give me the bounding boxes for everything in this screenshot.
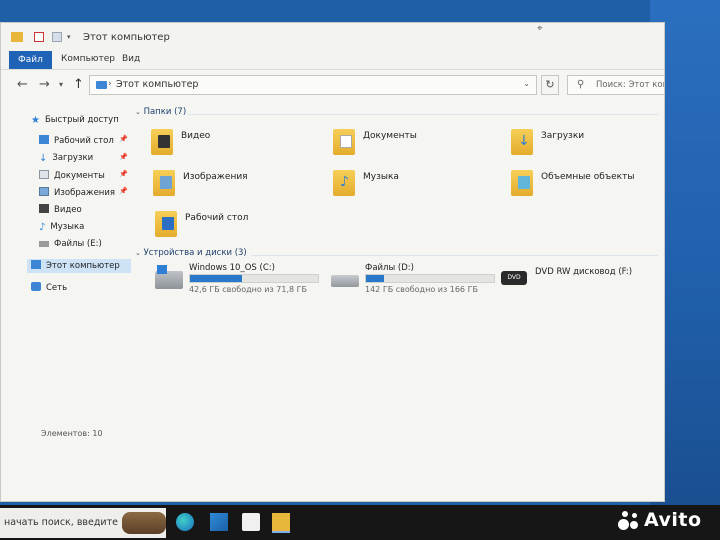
refresh-button[interactable]: ↻ bbox=[541, 75, 559, 95]
computer-icon bbox=[31, 260, 41, 269]
chevron-down-icon[interactable]: ▾ bbox=[67, 33, 73, 43]
search-highlight-icon bbox=[122, 512, 166, 534]
documents-icon bbox=[39, 170, 49, 179]
downloads-folder-icon: ↓ bbox=[511, 129, 533, 155]
pin-icon[interactable]: 📌 bbox=[119, 170, 128, 178]
recent-chevron-icon[interactable]: ▾ bbox=[59, 80, 63, 89]
folder-video[interactable]: Видео bbox=[151, 125, 311, 159]
star-icon: ★ bbox=[31, 115, 40, 126]
documents-folder-icon bbox=[333, 129, 355, 155]
search-placeholder: Поиск: Этот компьютер bbox=[596, 80, 664, 90]
sidebar-item-quick-access[interactable]: ★ Быстрый доступ bbox=[31, 115, 119, 126]
back-arrow-icon[interactable]: ← bbox=[17, 77, 28, 92]
group-header-folders[interactable]: ⌄ Папки (7) bbox=[135, 107, 186, 117]
tab-view[interactable]: Вид bbox=[122, 54, 140, 64]
up-arrow-icon[interactable]: ↑ bbox=[73, 77, 84, 92]
address-bar[interactable]: › Этот компьютер ⌄ bbox=[89, 75, 537, 95]
drive-usage-bar bbox=[365, 274, 495, 283]
dvd-drive-icon: DVD bbox=[501, 271, 527, 285]
file-explorer-icon[interactable] bbox=[272, 513, 290, 533]
window-title: Этот компьютер bbox=[83, 32, 170, 43]
folder-documents[interactable]: Документы bbox=[333, 125, 493, 159]
3d-objects-folder-icon bbox=[511, 170, 533, 196]
desktop-folder-icon bbox=[155, 211, 177, 237]
avito-watermark-text: Avito bbox=[644, 509, 702, 531]
taskbar-search-input[interactable]: начать поиск, введите bbox=[0, 508, 166, 538]
video-folder-icon bbox=[151, 129, 173, 155]
address-dropdown-icon[interactable]: ⌄ bbox=[523, 79, 530, 88]
breadcrumb[interactable]: Этот компьютер bbox=[116, 79, 198, 90]
sidebar-item-documents[interactable]: Документы bbox=[39, 170, 105, 181]
download-icon: ↓ bbox=[39, 153, 48, 164]
tab-computer[interactable]: Компьютер bbox=[61, 54, 115, 64]
collapse-chevron-icon[interactable]: ⌄ bbox=[135, 249, 141, 257]
address-row: ← → ▾ ↑ › Этот компьютер ⌄ ↻ ⚲ Поиск: Эт… bbox=[1, 71, 664, 99]
edge-icon[interactable] bbox=[176, 513, 194, 531]
search-input[interactable]: ⚲ Поиск: Этот компьютер bbox=[567, 75, 664, 95]
pin-icon[interactable]: 📌 bbox=[119, 187, 128, 195]
title-bar: ▾ Этот компьютер ⌖ bbox=[1, 23, 664, 51]
music-icon: ♪ bbox=[39, 222, 46, 233]
navigation-pane: ★ Быстрый доступ Рабочий стол 📌 ↓ Загрузки… bbox=[1, 103, 131, 463]
group-divider bbox=[251, 255, 658, 256]
folder-downloads[interactable]: ↓ Загрузки bbox=[511, 125, 664, 159]
forward-arrow-icon[interactable]: → bbox=[39, 77, 50, 92]
drive-usage-fill bbox=[190, 275, 243, 282]
sidebar-item-images[interactable]: Изображения bbox=[39, 187, 115, 198]
folder-icon bbox=[11, 32, 23, 42]
store-icon[interactable] bbox=[210, 513, 228, 531]
drive-usage-bar bbox=[189, 274, 319, 283]
sidebar-item-this-pc[interactable]: Этот компьютер bbox=[27, 259, 131, 273]
sidebar-item-desktop[interactable]: Рабочий стол bbox=[39, 135, 114, 146]
hard-drive-icon bbox=[331, 275, 359, 287]
sidebar-item-music[interactable]: ♪ Музыка bbox=[39, 222, 84, 233]
computer-icon bbox=[96, 81, 107, 89]
avito-logo-icon bbox=[618, 511, 640, 533]
main-content: ⌄ Папки (7) Видео Документы ↓ Загрузки И… bbox=[133, 103, 664, 463]
folder-desktop[interactable]: Рабочий стол bbox=[155, 207, 315, 241]
drive-c[interactable]: Windows 10_OS (C:) 42,6 ГБ свободно из 7… bbox=[155, 263, 355, 299]
properties-icon[interactable] bbox=[34, 32, 44, 42]
pin-icon[interactable]: 📌 bbox=[119, 135, 128, 143]
windows-drive-icon bbox=[155, 265, 183, 289]
sidebar-item-drive-e[interactable]: Файлы (E:) bbox=[39, 239, 102, 249]
folder-3d-objects[interactable]: Объемные объекты bbox=[511, 166, 664, 200]
images-icon bbox=[39, 187, 49, 196]
sidebar-item-video[interactable]: Видео bbox=[39, 204, 82, 215]
music-folder-icon: ♪ bbox=[333, 170, 355, 196]
shopping-bag-icon[interactable] bbox=[242, 513, 260, 531]
sidebar-item-network[interactable]: Сеть bbox=[31, 282, 67, 293]
drive-f[interactable]: DVD DVD RW дисковод (F:) bbox=[501, 267, 664, 303]
breadcrumb-chevron-icon[interactable]: › bbox=[108, 79, 112, 89]
group-header-drives[interactable]: ⌄ Устройства и диски (3) bbox=[135, 248, 247, 258]
sidebar-item-downloads[interactable]: ↓ Загрузки bbox=[39, 153, 93, 164]
video-icon bbox=[39, 204, 49, 213]
folder-images[interactable]: Изображения bbox=[153, 166, 313, 200]
drive-usage-fill bbox=[366, 275, 384, 282]
taskbar-search-text: начать поиск, введите bbox=[4, 517, 118, 528]
tab-file[interactable]: Файл bbox=[9, 51, 52, 69]
taskbar: начать поиск, введите bbox=[0, 505, 720, 540]
collapse-chevron-icon[interactable]: ⌄ bbox=[135, 108, 141, 116]
new-folder-icon[interactable] bbox=[52, 32, 62, 42]
search-icon: ⚲ bbox=[577, 79, 585, 90]
desktop-icon bbox=[39, 135, 49, 144]
cursor-icon: ⌖ bbox=[537, 23, 543, 34]
pin-icon[interactable]: 📌 bbox=[119, 153, 128, 161]
avito-watermark: Avito bbox=[614, 505, 720, 540]
group-divider bbox=[188, 114, 658, 115]
images-folder-icon bbox=[153, 170, 175, 196]
folder-music[interactable]: ♪ Музыка bbox=[333, 166, 493, 200]
ribbon-tabs: Файл Компьютер Вид bbox=[1, 51, 664, 70]
drive-icon bbox=[39, 241, 49, 247]
network-icon bbox=[31, 282, 41, 291]
file-explorer-window: ▾ Этот компьютер ⌖ Файл Компьютер Вид ← … bbox=[0, 22, 665, 502]
status-bar-items-count: Элементов: 10 bbox=[41, 429, 103, 438]
